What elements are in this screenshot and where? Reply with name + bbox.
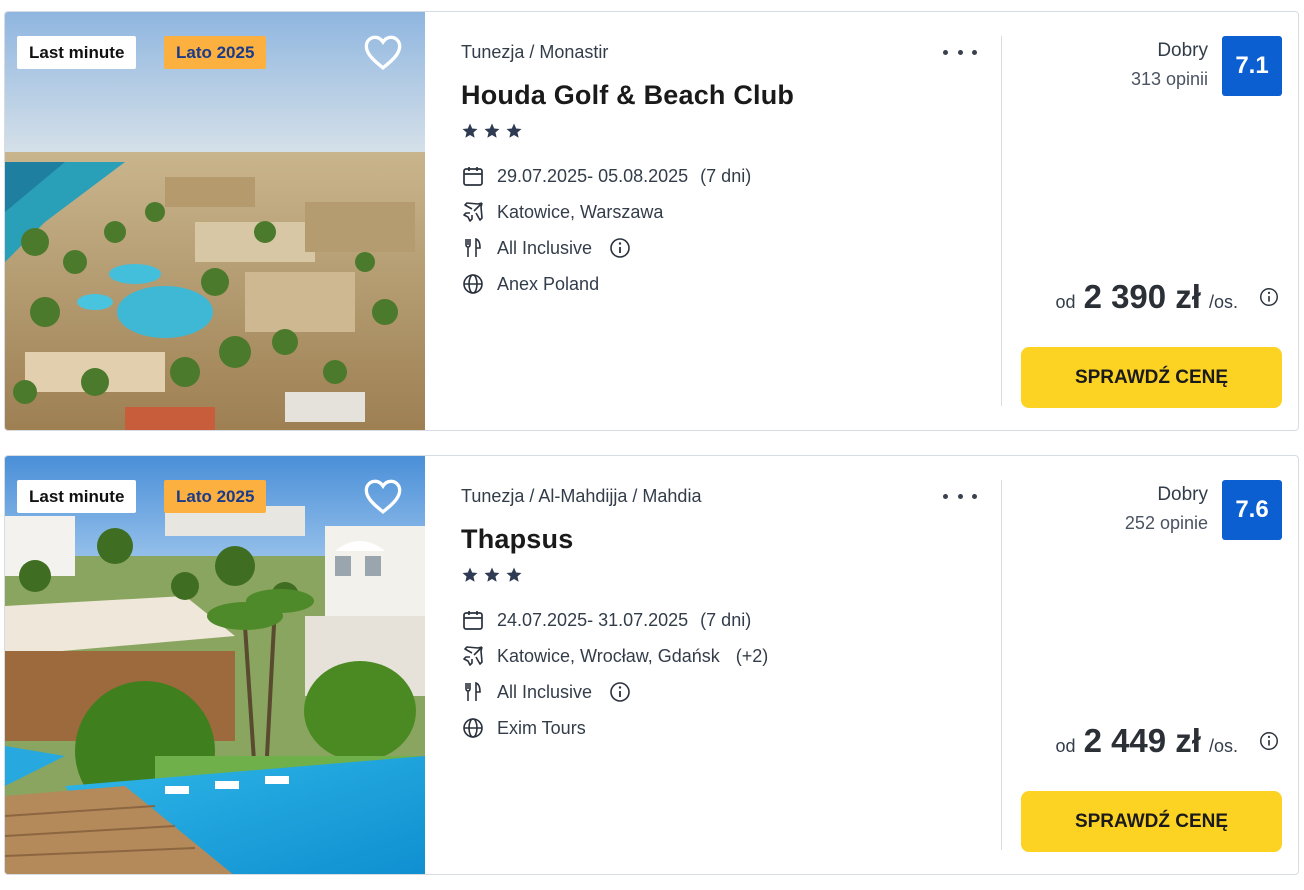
season-badge: Lato 2025: [164, 36, 267, 69]
price: od 2 390 zł /os.: [1056, 278, 1280, 316]
reviews-count[interactable]: 252 opinie: [1125, 513, 1208, 534]
more-options-button[interactable]: [943, 40, 977, 64]
price-from-label: od: [1055, 736, 1076, 756]
star-icon: [506, 123, 522, 138]
globe-icon: [463, 274, 483, 294]
hotel-name[interactable]: Houda Golf & Beach Club: [461, 80, 794, 111]
dates-text: 24.07.2025- 31.07.2025: [497, 609, 689, 630]
reviews-count[interactable]: 313 opinii: [1131, 69, 1208, 90]
more-dot: [972, 49, 977, 55]
board-text: All Inclusive: [497, 237, 593, 258]
star-icon: [462, 567, 478, 582]
calendar-icon: [463, 167, 483, 186]
last-minute-badge: Last minute: [17, 480, 137, 513]
hotel-photo-image: [5, 456, 425, 874]
more-options-button[interactable]: [943, 484, 977, 508]
heart-outline-icon: [364, 479, 402, 514]
more-dot: [957, 493, 963, 499]
price-from-label: od: [1055, 292, 1076, 312]
more-dot: [957, 49, 963, 55]
cutlery-icon: [465, 237, 481, 257]
price-unit: /os.: [1208, 292, 1238, 312]
more-dot: [943, 493, 948, 499]
travel-dates: 24.07.2025- 31.07.2025 (7 dni): [461, 607, 751, 633]
hotel-location[interactable]: Tunezja / Al-Mahdijja / Mahdia: [461, 486, 701, 507]
board-type: All Inclusive: [461, 235, 632, 261]
rating-score-badge: 7.1: [1222, 36, 1282, 96]
plane-icon: [463, 646, 483, 666]
rating-label: Dobry: [1157, 40, 1208, 61]
hotel-photo[interactable]: Last minute Lato 2025: [5, 12, 425, 430]
hotel-name[interactable]: Thapsus: [461, 524, 573, 555]
favorite-button[interactable]: [363, 32, 403, 72]
duration-text: (7 dni): [700, 165, 752, 186]
tour-operator: Exim Tours: [461, 715, 586, 741]
price-value: 2 390 zł: [1083, 278, 1201, 315]
offer-details: Tunezja / Al-Mahdijja / Mahdia Thapsus 2…: [461, 456, 981, 874]
globe-icon: [463, 718, 483, 738]
offer-card[interactable]: Last minute Lato 2025 Tunezja / Monastir…: [4, 11, 1299, 431]
dates-text: 29.07.2025- 05.08.2025: [497, 165, 689, 186]
calendar-icon: [463, 611, 483, 630]
hotel-photo-image: [5, 12, 425, 430]
more-dot: [943, 49, 948, 55]
star-icon: [484, 123, 500, 138]
heart-outline-icon: [364, 35, 402, 70]
cutlery-icon: [465, 681, 481, 701]
price: od 2 449 zł /os.: [1056, 722, 1280, 760]
season-badge: Lato 2025: [164, 480, 267, 513]
check-price-button[interactable]: SPRAWDŹ CENĘ: [1021, 791, 1282, 852]
tour-operator: Anex Poland: [461, 271, 599, 297]
info-icon[interactable]: [1258, 730, 1280, 752]
favorite-button[interactable]: [363, 476, 403, 516]
operator-text: Anex Poland: [497, 273, 600, 294]
divider: [1001, 480, 1002, 850]
info-icon[interactable]: [1258, 286, 1280, 308]
price-unit: /os.: [1208, 736, 1238, 756]
hotel-photo[interactable]: Last minute Lato 2025: [5, 456, 425, 874]
departures-text: Katowice, Wrocław, Gdańsk: [497, 645, 720, 666]
star-icon: [462, 123, 478, 138]
duration-text: (7 dni): [700, 609, 752, 630]
offer-card[interactable]: Last minute Lato 2025 Tunezja / Al-Mahdi…: [4, 455, 1299, 875]
hotel-stars: [461, 122, 523, 140]
plane-icon: [463, 202, 483, 222]
offer-details: Tunezja / Monastir Houda Golf & Beach Cl…: [461, 12, 981, 430]
more-departures-link[interactable]: (+2): [736, 646, 769, 667]
more-dot: [972, 493, 977, 499]
departures-text: Katowice, Warszawa: [497, 201, 664, 222]
travel-dates: 29.07.2025- 05.08.2025 (7 dni): [461, 163, 751, 189]
departure-airports: Katowice, Wrocław, Gdańsk (+2): [461, 643, 768, 669]
check-price-button[interactable]: SPRAWDŹ CENĘ: [1021, 347, 1282, 408]
hotel-location[interactable]: Tunezja / Monastir: [461, 42, 608, 63]
info-icon[interactable]: [608, 236, 632, 260]
star-icon: [506, 567, 522, 582]
board-type: All Inclusive: [461, 679, 632, 705]
divider: [1001, 36, 1002, 406]
star-icon: [484, 567, 500, 582]
hotel-stars: [461, 566, 523, 584]
departure-airports: Katowice, Warszawa: [461, 199, 663, 225]
rating-label: Dobry: [1157, 484, 1208, 505]
last-minute-badge: Last minute: [17, 36, 137, 69]
operator-text: Exim Tours: [497, 717, 586, 738]
board-text: All Inclusive: [497, 681, 593, 702]
info-icon[interactable]: [608, 680, 632, 704]
rating-score-badge: 7.6: [1222, 480, 1282, 540]
price-value: 2 449 zł: [1083, 722, 1201, 759]
